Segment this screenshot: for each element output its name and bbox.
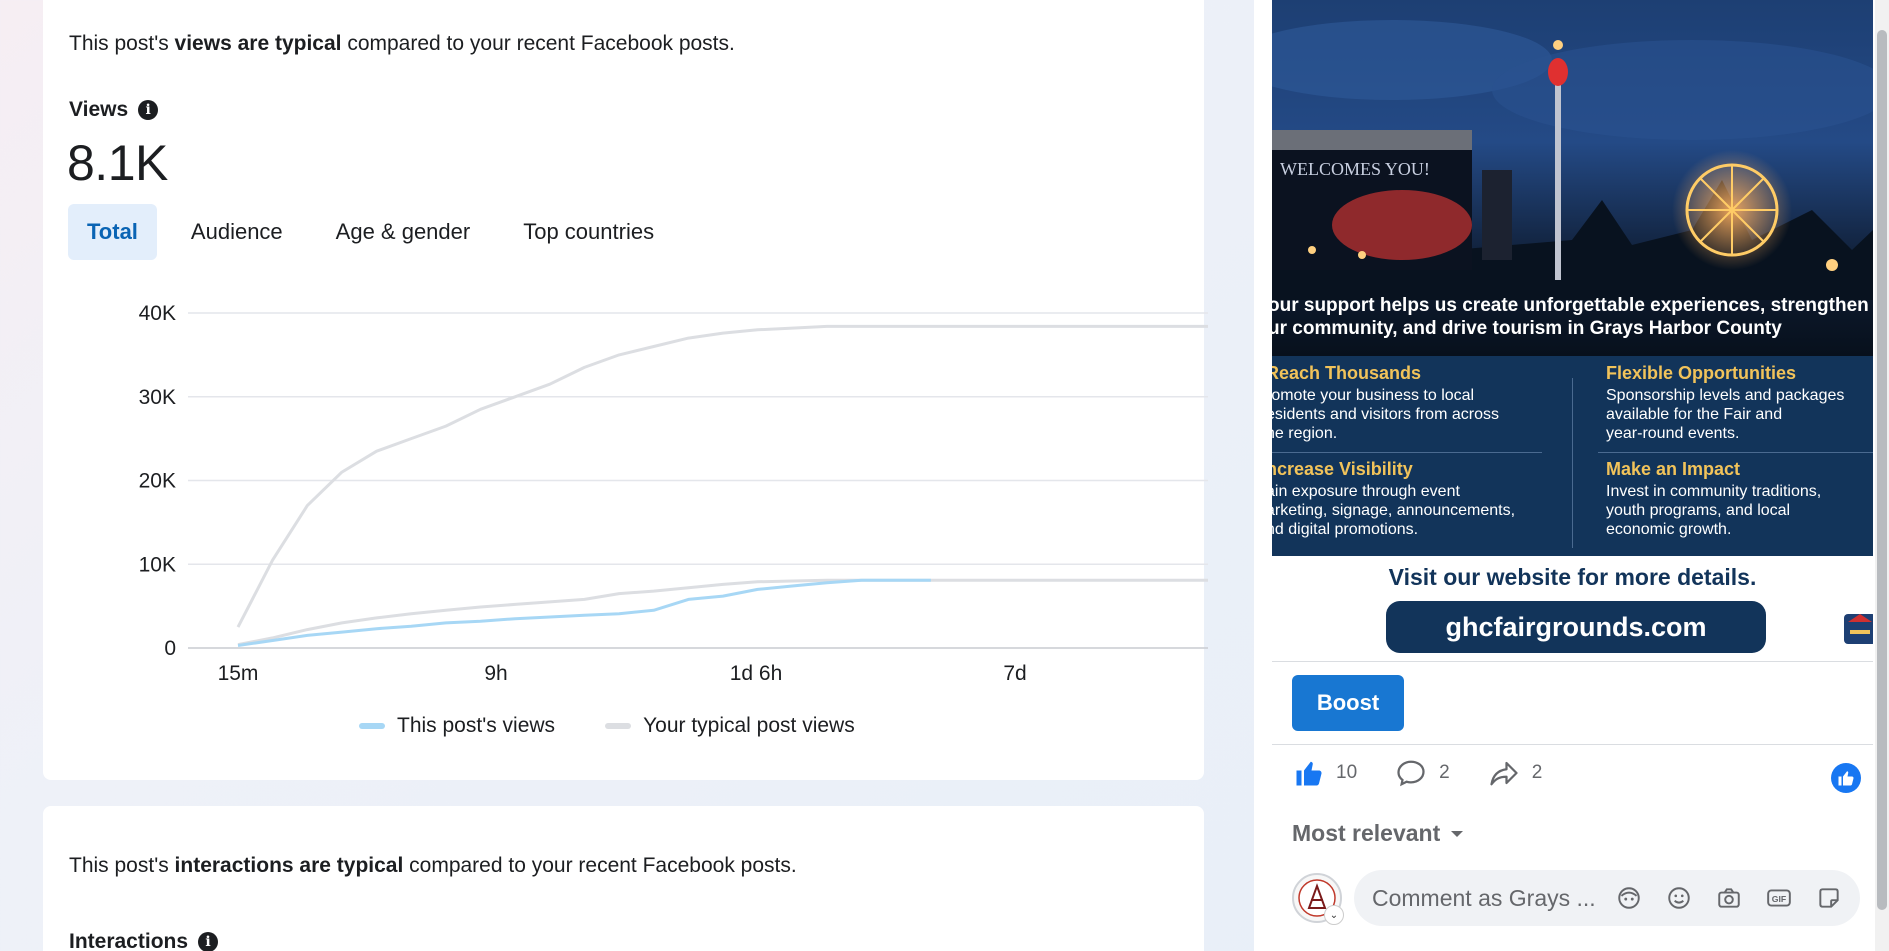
features-divider [1598,452,1873,453]
share-count: 2 [1531,762,1543,783]
x-tick-label: 15m [218,662,259,685]
views-line-chart: 0 10K 20K 30K 40K 15m 9h 1d 6h 7d [139,302,1208,685]
scrollbar-thumb[interactable] [1877,30,1887,910]
y-tick-label: 30K [139,386,176,409]
comment-count-group[interactable]: 2 [1395,758,1450,788]
visit-text: Visit our website for more details. [1388,564,1757,590]
reaction-bar: 10 2 2 [1294,758,1566,788]
like-count-group[interactable]: 10 [1294,758,1357,788]
tab-audience[interactable]: Audience [172,204,302,260]
feature-make-an-impact: Make an Impact Invest in community tradi… [1606,459,1822,539]
x-tick-label: 1d 6h [730,662,783,685]
legend-item-this-post: This post's views [359,714,555,738]
post-preview-pane: WELCOMES YOU! our support helps us creat… [1254,0,1889,951]
image-headline: our support helps us create unforgettabl… [1272,295,1869,339]
fair-logo-icon [1844,614,1873,644]
sticker-icon[interactable] [1816,885,1842,911]
comment-icon [1397,760,1425,787]
interactions-metric-label: Interactions i [69,930,219,951]
views-metric-label: Views i [69,98,159,122]
info-icon[interactable]: i [138,100,159,120]
avatar-sticker-icon[interactable] [1616,885,1642,911]
svg-text:WELCOMES YOU!: WELCOMES YOU! [1280,159,1430,179]
views-metric-value: 8.1K [67,135,168,191]
feature-flexible-opportunities: Flexible Opportunities Sponsorship level… [1606,363,1845,443]
scrollbar[interactable] [1875,0,1889,951]
legend-swatch [359,723,385,729]
boost-button[interactable]: Boost [1292,675,1404,731]
legend-item-typical: Your typical post views [605,714,855,738]
tab-total[interactable]: Total [68,204,157,260]
typical-views-lower-line [237,578,1208,647]
y-tick-label: 40K [139,302,176,325]
comment-composer: ⌄ Comment as Grays ... GIF [1292,870,1860,926]
comment-count: 2 [1439,762,1450,783]
chevron-down-icon[interactable]: ⌄ [1324,905,1344,925]
tab-age-gender[interactable]: Age & gender [317,204,490,260]
avatar[interactable]: ⌄ [1292,873,1344,925]
camera-icon[interactable] [1716,885,1742,911]
like-count: 10 [1336,762,1358,783]
x-tick-label: 7d [1003,662,1026,685]
comment-tools: GIF [1616,885,1842,911]
y-tick-label: 10K [139,553,176,576]
caret-down-icon [1451,830,1464,837]
website-pill: ghcfairgrounds.com [1386,601,1766,653]
features-divider [1572,378,1573,548]
svg-text:GIF: GIF [1772,894,1786,904]
image-footer: Visit our website for more details. ghcf… [1272,556,1873,660]
post-image[interactable]: WELCOMES YOU! our support helps us creat… [1272,0,1873,660]
this-post-views-line [237,578,931,647]
typical-views-upper-line [236,324,1208,628]
like-reaction-badge[interactable] [1831,763,1861,793]
emoji-icon[interactable] [1666,885,1692,911]
views-tabs: Total Audience Age & gender Top countrie… [68,204,688,260]
views-card: This post's views are typical compared t… [43,0,1208,780]
tab-top-countries[interactable]: Top countries [504,204,673,260]
comment-placeholder: Comment as Grays ... [1372,884,1596,911]
sort-label: Most relevant [1292,820,1441,846]
legend-swatch [605,723,632,729]
interactions-card: This post's interactions are typical com… [43,806,1204,951]
x-tick-label: 9h [484,662,507,685]
interactions-summary: This post's interactions are typical com… [69,854,797,877]
comment-sort-dropdown[interactable]: Most relevant [1292,820,1464,847]
share-count-group[interactable]: 2 [1488,758,1543,788]
thumbs-up-icon [1838,771,1854,786]
features-divider [1272,452,1542,453]
thumbs-up-icon [1296,761,1322,786]
y-tick-label: 0 [164,637,176,660]
gif-icon[interactable]: GIF [1766,885,1792,911]
sponsorship-features: Reach Thousands romote your business to … [1272,356,1873,556]
feature-increase-visibility: ncrease Visibility ain exposure through … [1272,459,1516,539]
share-icon [1490,761,1518,786]
fair-night-photo: WELCOMES YOU! our support helps us creat… [1272,0,1873,356]
divider [1272,661,1873,662]
info-icon[interactable]: i [198,932,219,951]
feature-reach-thousands: Reach Thousands romote your business to … [1272,363,1499,443]
views-summary: This post's views are typical compared t… [69,32,735,55]
comment-input[interactable]: Comment as Grays ... GIF [1354,870,1860,926]
chart-legend: This post's views Your typical post view… [359,714,855,738]
y-tick-label: 20K [139,470,176,493]
divider [1272,744,1873,745]
